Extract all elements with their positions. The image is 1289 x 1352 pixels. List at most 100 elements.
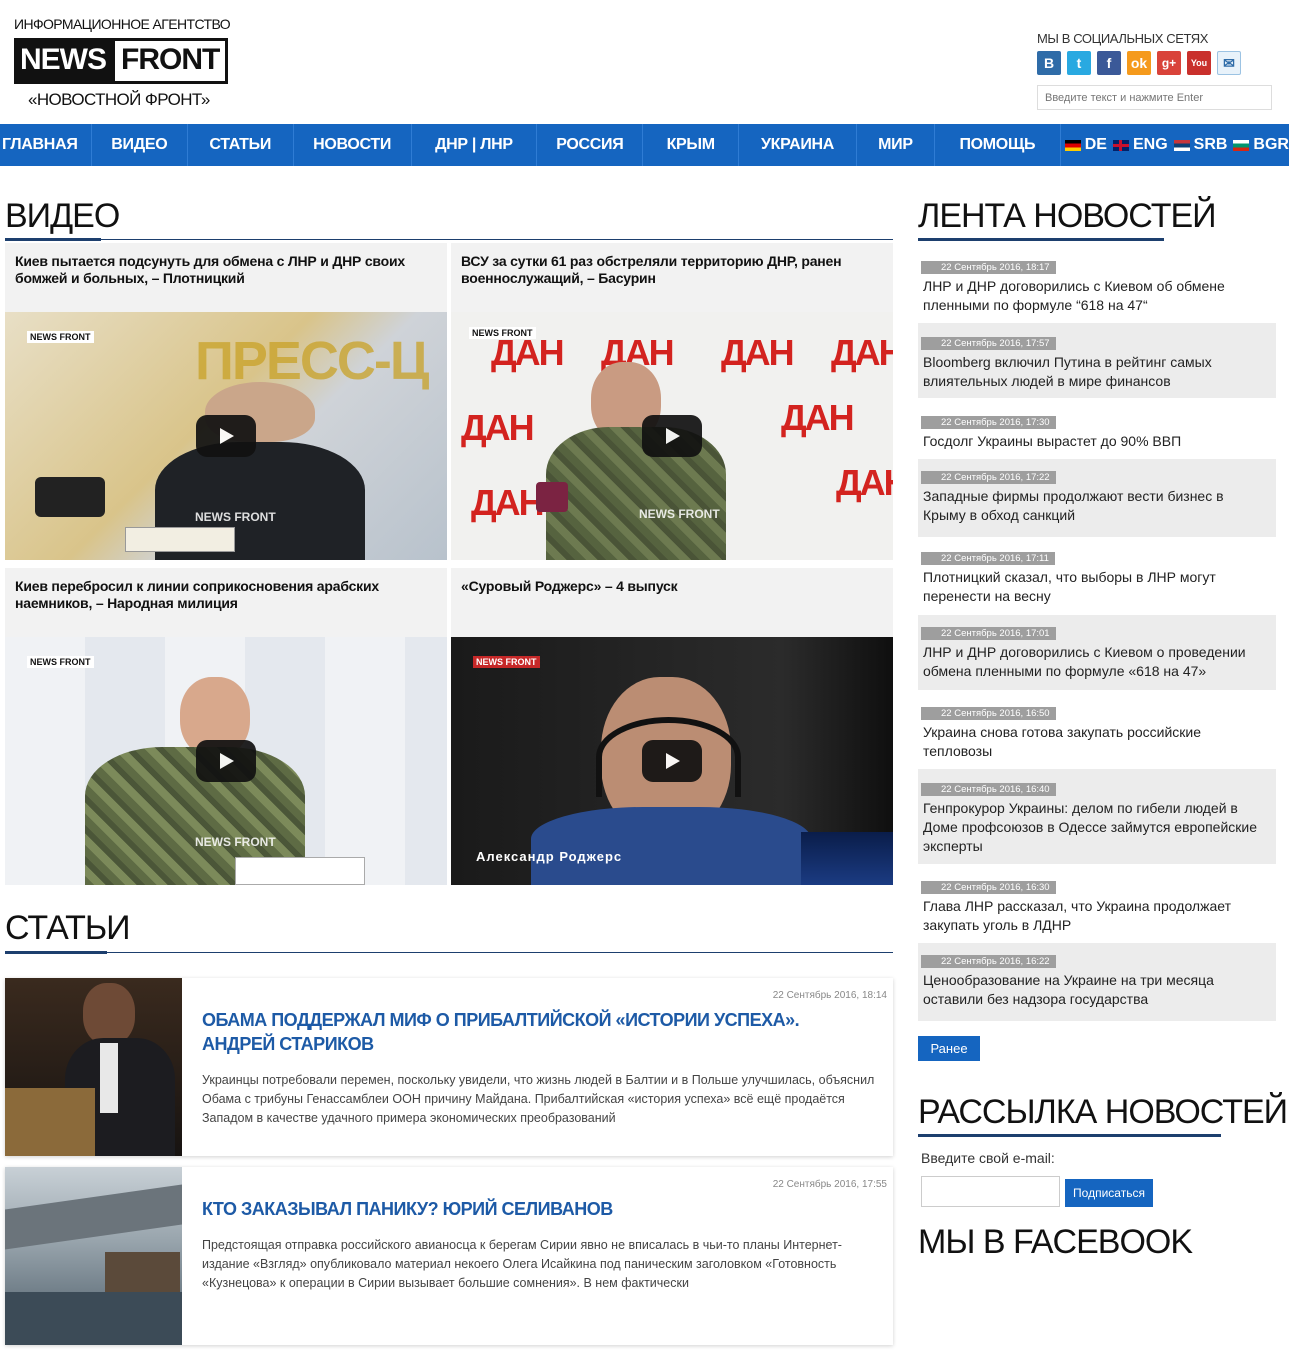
dan-logo-text: ДАН	[781, 397, 855, 438]
news-item[interactable]: 22 Сентябрь 2016, 17:01 ЛНР и ДНР догово…	[918, 615, 1276, 690]
name-plate	[235, 857, 365, 885]
twitter-icon[interactable]: t	[1067, 51, 1091, 75]
play-icon[interactable]	[196, 740, 256, 782]
news-item[interactable]: 22 Сентябрь 2016, 18:17 ЛНР и ДНР догово…	[918, 257, 1276, 317]
article-title[interactable]: КТО ЗАКАЗЫВАЛ ПАНИКУ? ЮРИЙ СЕЛИВАНОВ	[202, 1197, 802, 1221]
play-icon[interactable]	[196, 415, 256, 457]
facebook-icon[interactable]: f	[1097, 51, 1121, 75]
facebook-title: МЫ В FACEBOOK	[918, 1223, 1193, 1261]
lang-bgr-label: BGR	[1253, 136, 1289, 153]
search-input[interactable]	[1037, 85, 1272, 110]
serbian-flag-icon	[1173, 139, 1190, 151]
news-text[interactable]: ЛНР и ДНР договорились с Киевом об обмен…	[918, 275, 1276, 321]
article-date: 22 Сентябрь 2016, 18:14	[772, 990, 887, 1001]
article-card[interactable]: 22 Сентябрь 2016, 18:14 ОБАМА ПОДДЕРЖАЛ …	[5, 978, 893, 1156]
press-banner-text: ПРЕСС-Ц	[195, 331, 429, 391]
site-logo[interactable]: NEWS FRONT	[14, 38, 229, 84]
article-excerpt: Предстоящая отправка российского авианос…	[202, 1238, 842, 1290]
news-text[interactable]: Bloomberg включил Путина в рейтинг самых…	[918, 351, 1276, 397]
news-text[interactable]: Госдолг Украины вырастет до 90% ВВП	[918, 430, 1276, 457]
news-text[interactable]: Глава ЛНР рассказал, что Украина продолж…	[918, 895, 1276, 941]
video-title[interactable]: Киев перебросил к линии соприкосновения …	[5, 568, 447, 637]
news-item[interactable]: 22 Сентябрь 2016, 16:40 Генпрокурор Укра…	[918, 769, 1276, 864]
dan-logo-text: ДАН	[831, 332, 893, 373]
article-card[interactable]: 22 Сентябрь 2016, 17:55 КТО ЗАКАЗЫВАЛ ПА…	[5, 1167, 893, 1345]
video-thumbnail[interactable]: ДАН ДАН ДАН ДАН ДАН ДАН ДАН ДАН NEWS FRO…	[451, 312, 893, 560]
news-text[interactable]: Плотницкий сказал, что выборы в ЛНР могу…	[918, 566, 1276, 612]
video-title[interactable]: ВСУ за сутки 61 раз обстреляли территори…	[451, 243, 893, 312]
nav-news[interactable]: НОВОСТИ	[294, 124, 412, 166]
microphone	[35, 477, 105, 517]
news-item[interactable]: 22 Сентябрь 2016, 17:30 Госдолг Украины …	[918, 412, 1276, 452]
news-text[interactable]: Ценообразование на Украине на три месяца…	[918, 969, 1276, 1015]
video-title[interactable]: «Суровый Роджерс» – 4 выпуск	[451, 568, 893, 637]
news-item[interactable]: 22 Сентябрь 2016, 17:57 Bloomberg включи…	[918, 323, 1276, 398]
news-date: 22 Сентябрь 2016, 18:17	[921, 261, 1056, 274]
nav-articles[interactable]: СТАТЬИ	[188, 124, 294, 166]
ship-deck	[5, 1184, 182, 1250]
news-front-watermark-bottom: NEWS FRONT	[639, 507, 720, 521]
news-text[interactable]: Украина снова готова закупать российские…	[918, 721, 1276, 767]
news-item[interactable]: 22 Сентябрь 2016, 16:30 Глава ЛНР расска…	[918, 877, 1276, 937]
email-input[interactable]	[921, 1176, 1060, 1207]
video-card[interactable]: «Суровый Роджерс» – 4 выпуск Александр Р…	[451, 568, 893, 885]
news-feed-title: ЛЕНТА НОВОСТЕЙ	[918, 197, 1217, 235]
lang-de[interactable]: DE	[1064, 136, 1107, 154]
more-news-button[interactable]: Ранее	[918, 1036, 980, 1061]
lang-eng-label: ENG	[1132, 136, 1168, 153]
news-item[interactable]: 22 Сентябрь 2016, 16:22 Ценообразование …	[918, 943, 1276, 1021]
lang-eng[interactable]: ENG	[1112, 136, 1168, 154]
news-date: 22 Сентябрь 2016, 17:11	[921, 552, 1055, 565]
lang-srb[interactable]: SRB	[1173, 136, 1227, 154]
nav-russia[interactable]: РОССИЯ	[537, 124, 644, 166]
nav-ukraine[interactable]: УКРАИНА	[739, 124, 857, 166]
news-text[interactable]: Западные фирмы продолжают вести бизнес в…	[918, 485, 1276, 531]
uk-flag-icon	[1112, 139, 1129, 151]
article-image[interactable]	[5, 978, 182, 1156]
play-icon[interactable]	[642, 415, 702, 457]
video-card[interactable]: Киев перебросил к линии соприкосновения …	[5, 568, 447, 885]
article-image[interactable]	[5, 1167, 182, 1345]
dan-logo-text: ДАН	[461, 407, 535, 448]
news-text[interactable]: ЛНР и ДНР договорились с Киевом о провед…	[918, 641, 1276, 687]
dan-logo-text: ДАН	[836, 462, 893, 503]
play-icon[interactable]	[642, 740, 702, 782]
video-title[interactable]: Киев пытается подсунуть для обмена с ЛНР…	[5, 243, 447, 312]
vk-icon[interactable]: B	[1037, 51, 1061, 75]
lang-bgr[interactable]: BGR	[1233, 136, 1289, 154]
news-date: 22 Сентябрь 2016, 16:40	[921, 783, 1056, 796]
nav-dnr-lnr[interactable]: ДНР | ЛНР	[412, 124, 538, 166]
news-date: 22 Сентябрь 2016, 16:50	[921, 707, 1056, 720]
article-excerpt: Украинцы потребовали перемен, поскольку …	[202, 1073, 875, 1125]
news-front-watermark: NEWS FRONT	[27, 656, 94, 668]
news-item[interactable]: 22 Сентябрь 2016, 16:50 Украина снова го…	[918, 703, 1276, 763]
video-card[interactable]: Киев пытается подсунуть для обмена с ЛНР…	[5, 243, 447, 560]
news-item[interactable]: 22 Сентябрь 2016, 17:22 Западные фирмы п…	[918, 459, 1276, 537]
articles-section-underline	[5, 951, 107, 954]
article-date: 22 Сентябрь 2016, 17:55	[772, 1179, 887, 1190]
nav-home[interactable]: ГЛАВНАЯ	[0, 124, 92, 166]
nav-crimea[interactable]: КРЫМ	[643, 124, 740, 166]
inset-video	[801, 832, 893, 885]
video-thumbnail[interactable]: Александр Роджерс NEWS FRONT	[451, 637, 893, 885]
article-title[interactable]: ОБАМА ПОДДЕРЖАЛ МИФ О ПРИБАЛТИЙСКОЙ «ИСТ…	[202, 1008, 802, 1056]
speaker-name-caption: Александр Роджерс	[476, 849, 623, 864]
livejournal-icon[interactable]: ✉	[1217, 51, 1241, 75]
odnoklassniki-icon[interactable]: ok	[1127, 51, 1151, 75]
news-item[interactable]: 22 Сентябрь 2016, 17:11 Плотницкий сказа…	[918, 548, 1276, 608]
video-thumbnail[interactable]: NEWS FRONT NEWS FRONT	[5, 637, 447, 885]
subscribe-button[interactable]: Подписаться	[1065, 1179, 1153, 1207]
news-text[interactable]: Генпрокурор Украины: делом по гибели люд…	[918, 797, 1276, 862]
person-head	[83, 983, 135, 1045]
youtube-icon[interactable]: You	[1187, 51, 1211, 75]
email-label: Введите свой e-mail:	[921, 1150, 1055, 1166]
video-thumbnail[interactable]: ПРЕСС-Ц NEWS FRONT NEWS FRONT	[5, 312, 447, 560]
googleplus-icon[interactable]: g+	[1157, 51, 1181, 75]
nav-video[interactable]: ВИДЕО	[92, 124, 188, 166]
video-card[interactable]: ВСУ за сутки 61 раз обстреляли территори…	[451, 243, 893, 560]
nav-world[interactable]: МИР	[857, 124, 935, 166]
articles-section-title: СТАТЬИ	[5, 909, 131, 947]
lang-de-label: DE	[1084, 136, 1107, 153]
nav-help[interactable]: ПОМОЩЬ	[935, 124, 1061, 166]
news-front-watermark-bottom: NEWS FRONT	[195, 510, 276, 524]
